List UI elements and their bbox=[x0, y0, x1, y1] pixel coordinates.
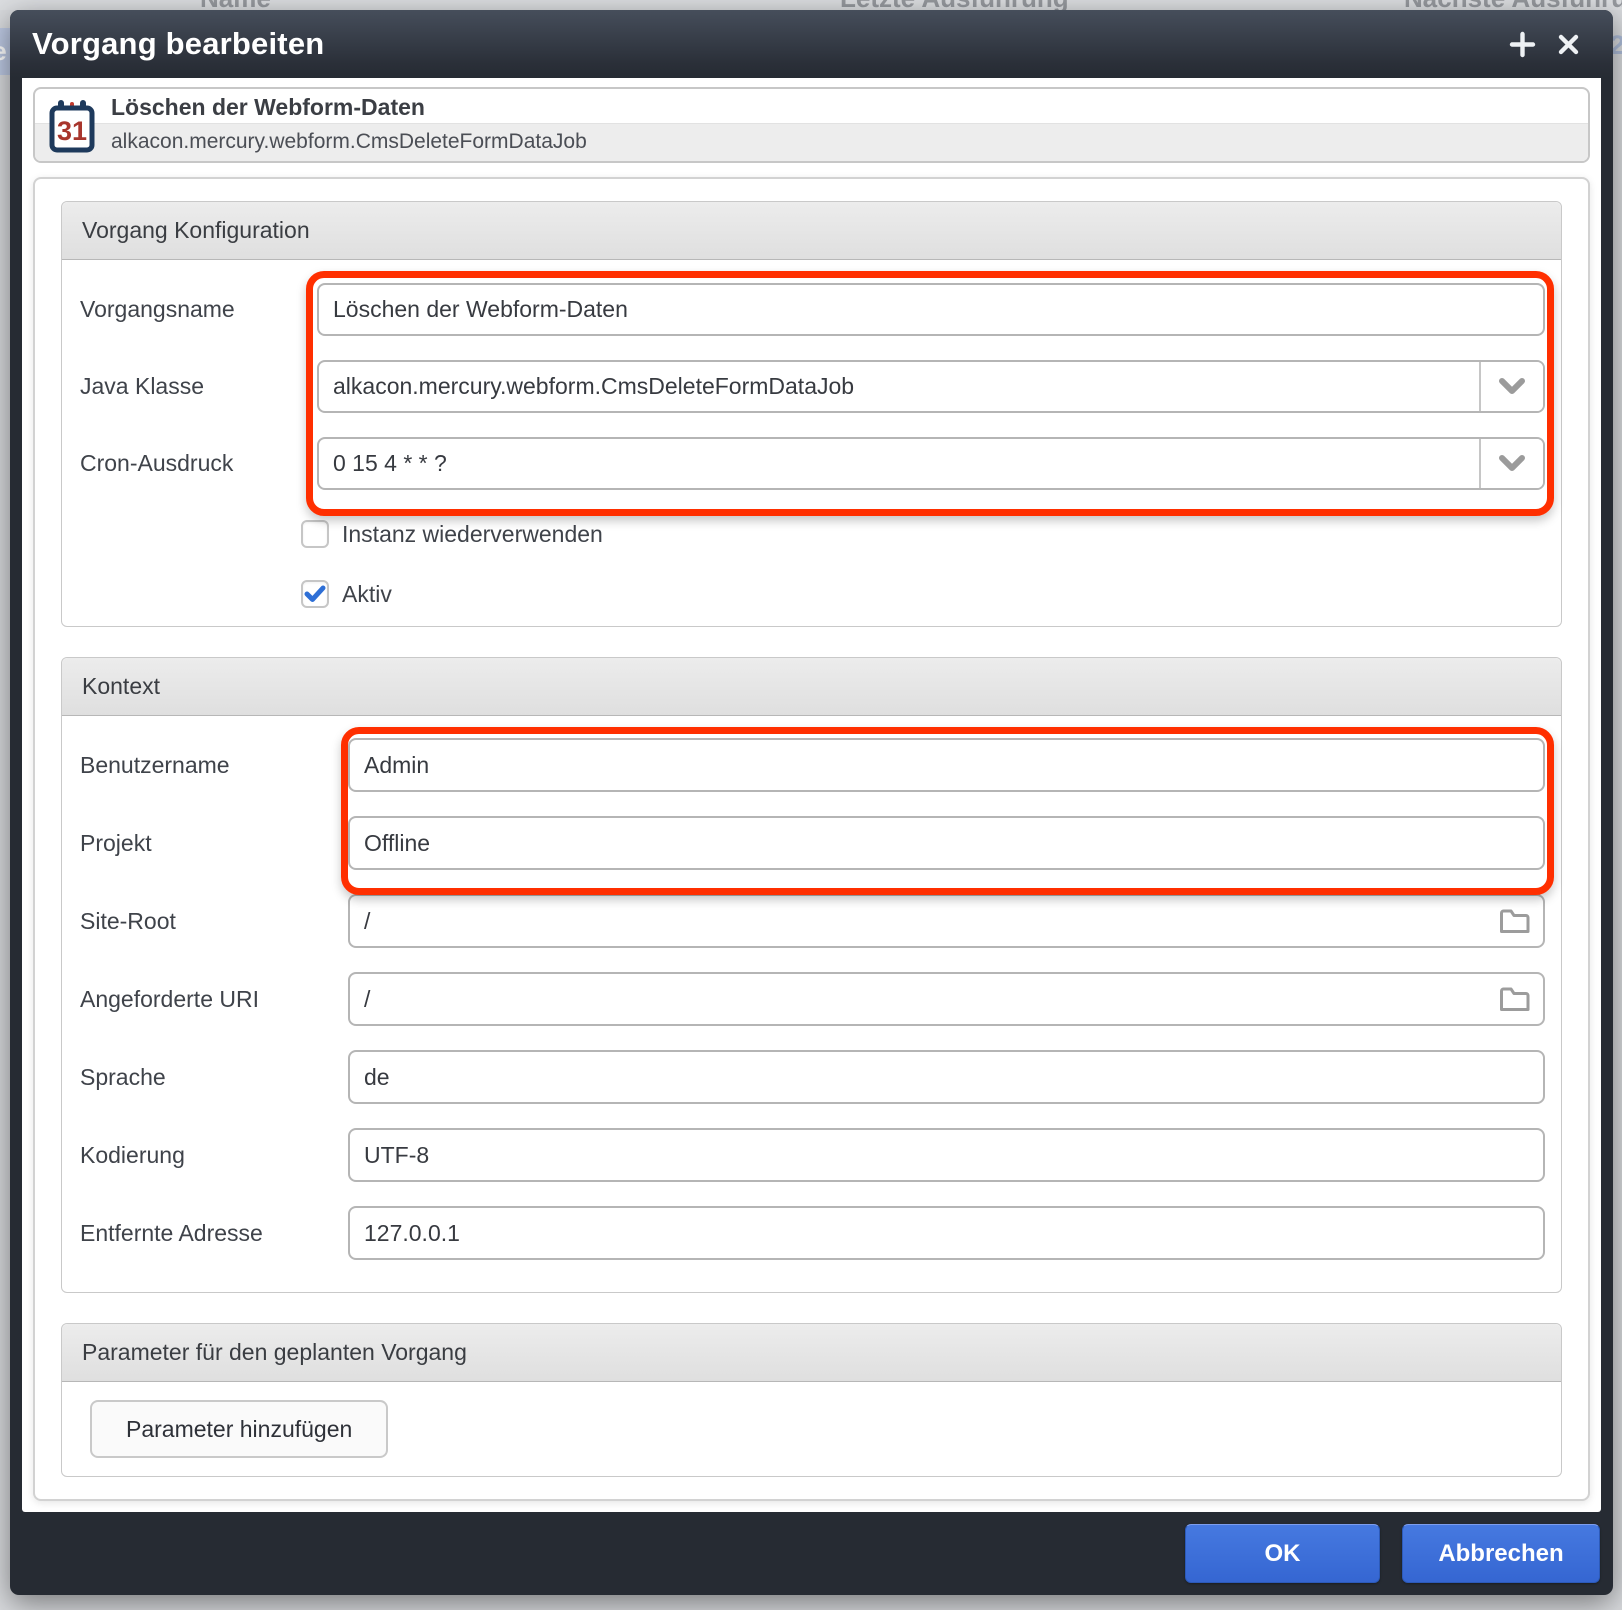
field-row-language: Sprache bbox=[80, 1050, 1545, 1104]
bg-column-next-execution: Nächste Ausführung bbox=[1404, 0, 1622, 10]
cron-dropdown-button[interactable] bbox=[1479, 439, 1543, 488]
section-config: Vorgang Konfiguration Vorgangsname Java … bbox=[61, 201, 1562, 627]
reuse-instance-checkbox[interactable] bbox=[301, 520, 329, 548]
site-root-input[interactable] bbox=[350, 896, 1485, 946]
encoding-input[interactable] bbox=[350, 1130, 1543, 1180]
bg-column-name: Name bbox=[200, 0, 271, 10]
site-root-label: Site-Root bbox=[80, 908, 348, 935]
section-context-body: Benutzername Projekt Sit bbox=[62, 716, 1561, 1292]
project-field bbox=[348, 816, 1545, 870]
job-name-label: Vorgangsname bbox=[80, 296, 317, 323]
site-root-browse-button[interactable] bbox=[1485, 896, 1543, 946]
encoding-label: Kodierung bbox=[80, 1142, 348, 1169]
user-input[interactable] bbox=[350, 740, 1543, 790]
active-checkbox[interactable] bbox=[301, 580, 329, 608]
job-class: alkacon.mercury.webform.CmsDeleteFormDat… bbox=[111, 130, 587, 154]
calendar-icon: 31 bbox=[49, 98, 95, 159]
cancel-button[interactable]: Abbrechen bbox=[1402, 1524, 1600, 1583]
cron-combobox bbox=[317, 437, 1545, 490]
project-input[interactable] bbox=[350, 818, 1543, 868]
remote-address-field bbox=[348, 1206, 1545, 1260]
maximize-button[interactable] bbox=[1499, 21, 1545, 67]
field-row-cron: Cron-Ausdruck bbox=[80, 437, 1545, 490]
dialog-footer: OK Abbrechen bbox=[10, 1512, 1613, 1595]
uri-browse-button[interactable] bbox=[1485, 974, 1543, 1024]
language-field bbox=[348, 1050, 1545, 1104]
field-row-project: Projekt bbox=[80, 816, 1545, 870]
reuse-instance-label: Instanz wiederverwenden bbox=[342, 521, 603, 548]
site-root-field bbox=[348, 894, 1545, 948]
java-class-label: Java Klasse bbox=[80, 373, 317, 400]
cron-input[interactable] bbox=[319, 439, 1479, 488]
check-icon bbox=[304, 585, 326, 603]
close-icon bbox=[1557, 33, 1580, 56]
field-row-job-name: Vorgangsname bbox=[80, 283, 1545, 336]
field-row-user: Benutzername bbox=[80, 738, 1545, 792]
uri-label: Angeforderte URI bbox=[80, 986, 348, 1013]
user-field bbox=[348, 738, 1545, 792]
section-parameters-body: Parameter hinzufügen bbox=[62, 1382, 1561, 1476]
active-row: Aktiv bbox=[301, 580, 1545, 608]
section-parameters: Parameter für den geplanten Vorgang Para… bbox=[61, 1323, 1562, 1477]
job-title: Löschen der Webform-Daten bbox=[111, 94, 425, 121]
section-config-body: Vorgangsname Java Klasse bbox=[62, 260, 1561, 626]
dialog-form-panel: Vorgang Konfiguration Vorgangsname Java … bbox=[33, 177, 1590, 1501]
uri-input[interactable] bbox=[350, 974, 1485, 1024]
job-name-input[interactable] bbox=[319, 285, 1543, 334]
active-label: Aktiv bbox=[342, 581, 392, 608]
field-row-remote-address: Entfernte Adresse bbox=[80, 1206, 1545, 1260]
edit-job-dialog: Vorgang bearbeiten bbox=[10, 10, 1613, 1595]
screen: Name Letzte Ausführung Nächste Ausführun… bbox=[0, 0, 1622, 1610]
close-button[interactable] bbox=[1545, 21, 1591, 67]
encoding-field bbox=[348, 1128, 1545, 1182]
java-class-dropdown-button[interactable] bbox=[1479, 362, 1543, 411]
field-row-site-root: Site-Root bbox=[80, 894, 1545, 948]
dialog-content: 31 Löschen der Webform-Daten alkacon.mer… bbox=[22, 78, 1601, 1512]
background-table-header: Name Letzte Ausführung Nächste Ausführun… bbox=[0, 0, 1622, 10]
dialog-title: Vorgang bearbeiten bbox=[32, 26, 1499, 62]
dialog-titlebar[interactable]: Vorgang bearbeiten bbox=[10, 10, 1613, 78]
folder-icon bbox=[1498, 985, 1531, 1013]
section-context-header: Kontext bbox=[62, 658, 1561, 716]
cron-label: Cron-Ausdruck bbox=[80, 450, 317, 477]
job-header: 31 Löschen der Webform-Daten alkacon.mer… bbox=[33, 87, 1590, 163]
java-class-input[interactable] bbox=[319, 362, 1479, 411]
chevron-down-icon bbox=[1498, 378, 1526, 396]
field-row-uri: Angeforderte URI bbox=[80, 972, 1545, 1026]
language-label: Sprache bbox=[80, 1064, 348, 1091]
field-row-java-class: Java Klasse bbox=[80, 360, 1545, 413]
language-input[interactable] bbox=[350, 1052, 1543, 1102]
folder-icon bbox=[1498, 907, 1531, 935]
java-class-combobox bbox=[317, 360, 1545, 413]
section-context: Kontext Benutzername Projekt bbox=[61, 657, 1562, 1293]
user-label: Benutzername bbox=[80, 752, 348, 779]
reuse-instance-row: Instanz wiederverwenden bbox=[301, 520, 1545, 548]
section-parameters-header: Parameter für den geplanten Vorgang bbox=[62, 1324, 1561, 1382]
remote-address-label: Entfernte Adresse bbox=[80, 1220, 348, 1247]
bg-column-last-execution: Letzte Ausführung bbox=[840, 0, 1069, 10]
plus-icon bbox=[1509, 31, 1536, 58]
project-label: Projekt bbox=[80, 830, 348, 857]
remote-address-input[interactable] bbox=[350, 1208, 1543, 1258]
field-row-encoding: Kodierung bbox=[80, 1128, 1545, 1182]
svg-text:31: 31 bbox=[57, 116, 87, 146]
uri-field bbox=[348, 972, 1545, 1026]
chevron-down-icon bbox=[1498, 455, 1526, 473]
add-parameter-button[interactable]: Parameter hinzufügen bbox=[90, 1400, 388, 1458]
job-name-field bbox=[317, 283, 1545, 336]
section-config-header: Vorgang Konfiguration bbox=[62, 202, 1561, 260]
ok-button[interactable]: OK bbox=[1185, 1524, 1380, 1583]
